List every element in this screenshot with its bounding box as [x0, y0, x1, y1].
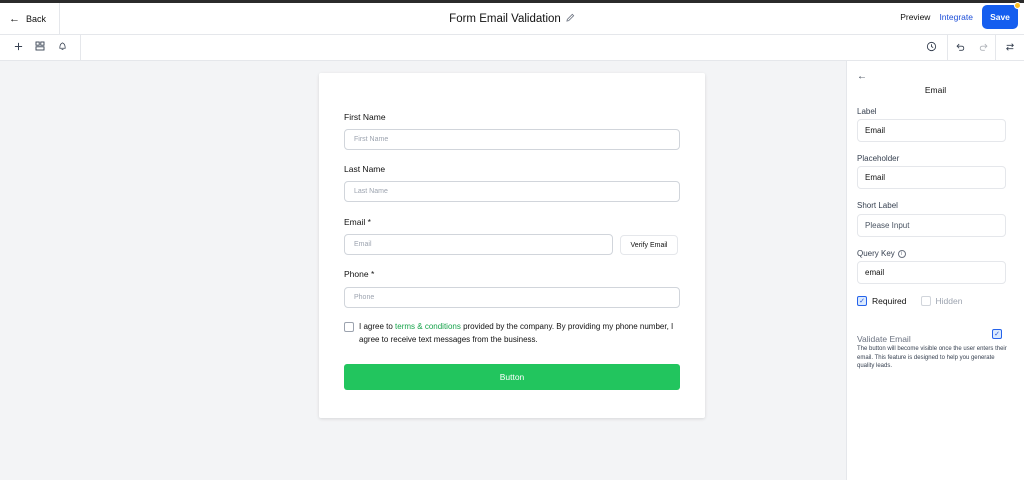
required-label: Required	[872, 296, 907, 306]
query-key-heading: Query Key	[857, 249, 895, 258]
last-name-label: Last Name	[344, 164, 386, 174]
label-field[interactable]: Email	[857, 119, 1006, 142]
history-button[interactable]	[915, 35, 947, 60]
verify-email-label: Verify Email	[630, 241, 668, 249]
query-key-heading-row: Query Key i	[857, 249, 906, 258]
email-input[interactable]: Email	[344, 234, 613, 255]
hidden-checkbox[interactable]	[920, 296, 931, 306]
consent-prefix: I agree to	[359, 322, 396, 331]
top-actions: Preview Integrate Save	[900, 2, 1021, 29]
email-placeholder: Email	[354, 241, 372, 248]
preview-link[interactable]: Preview	[900, 12, 930, 22]
info-icon[interactable]: i	[897, 249, 906, 258]
placeholder-heading: Placeholder	[857, 154, 900, 163]
query-key-value: email	[865, 268, 885, 277]
editor-toolbar	[0, 35, 1024, 61]
notification-dot	[1014, 2, 1021, 9]
verify-email-button[interactable]: Verify Email	[620, 235, 678, 255]
layout-icon[interactable]	[35, 41, 45, 54]
consent-checkbox[interactable]	[344, 322, 354, 332]
undo-redo-group	[947, 35, 995, 60]
phone-placeholder: Phone	[354, 294, 375, 301]
toolbar-left-group	[0, 35, 81, 60]
first-name-label: First Name	[344, 112, 386, 122]
last-name-placeholder: Last Name	[354, 188, 388, 195]
placeholder-field-value: Email	[865, 173, 886, 182]
form-preview[interactable]: First Name First Name Last Name Last Nam…	[319, 73, 705, 418]
page-title[interactable]: Form Email Validation	[449, 13, 561, 25]
integrate-link[interactable]: Integrate	[939, 12, 973, 22]
consent-row: I agree to terms & conditions provided b…	[344, 321, 684, 346]
validate-email-checkbox[interactable]: ✓	[992, 329, 1002, 339]
history-icon	[926, 39, 937, 57]
required-hidden-row: ✓ Required Hidden	[857, 296, 962, 306]
first-name-placeholder: First Name	[354, 136, 389, 143]
save-button[interactable]: Save	[982, 2, 1021, 29]
arrow-left-icon: ←	[9, 12, 20, 25]
query-key-field[interactable]: email	[857, 261, 1006, 284]
validate-email-row: Validate Email ✓	[857, 329, 1007, 344]
save-label: Save	[990, 12, 1010, 22]
short-label-field[interactable]: Please Input	[857, 214, 1006, 237]
toolbar-right-group	[915, 35, 1024, 60]
bell-icon[interactable]	[57, 41, 67, 54]
back-button[interactable]: ← Back	[0, 3, 60, 34]
phone-input[interactable]: Phone	[344, 287, 680, 308]
phone-label: Phone *	[344, 269, 375, 279]
label-field-value: Email	[865, 126, 886, 135]
short-label-heading: Short Label	[857, 201, 898, 210]
plus-icon[interactable]	[13, 42, 23, 54]
undo-icon[interactable]	[955, 39, 965, 57]
placeholder-field[interactable]: Email	[857, 166, 1006, 189]
swap-icon	[1005, 39, 1015, 57]
redo-icon[interactable]	[979, 39, 989, 57]
pencil-icon[interactable]	[566, 13, 575, 25]
panel-title: Email	[924, 85, 947, 95]
settings-panel: ← Email Label Email Placeholder Email Sh…	[846, 61, 1024, 480]
last-name-input[interactable]: Last Name	[344, 181, 680, 202]
validate-email-label: Validate Email	[857, 334, 911, 344]
email-label: Email *	[344, 217, 371, 227]
builder-canvas: First Name First Name Last Name Last Nam…	[0, 61, 846, 480]
swap-button[interactable]	[995, 35, 1024, 60]
submit-label: Button	[499, 372, 525, 382]
validate-email-description: The button will become visible once the …	[857, 346, 1007, 369]
back-label: Back	[26, 13, 47, 24]
submit-button[interactable]: Button	[344, 364, 680, 390]
hidden-label: Hidden	[935, 296, 963, 306]
arrow-left-icon[interactable]: ←	[857, 71, 867, 82]
short-label-placeholder: Please Input	[865, 221, 910, 230]
top-bar: ← Back Form Email Validation Preview Int…	[0, 2, 1024, 35]
required-checkbox[interactable]: ✓	[857, 296, 867, 306]
consent-text: I agree to terms & conditions provided b…	[359, 321, 684, 346]
page-title-wrap: Form Email Validation	[0, 3, 1024, 34]
terms-link[interactable]: terms & conditions	[395, 322, 461, 331]
first-name-input[interactable]: First Name	[344, 129, 680, 150]
label-heading: Label	[857, 107, 877, 116]
